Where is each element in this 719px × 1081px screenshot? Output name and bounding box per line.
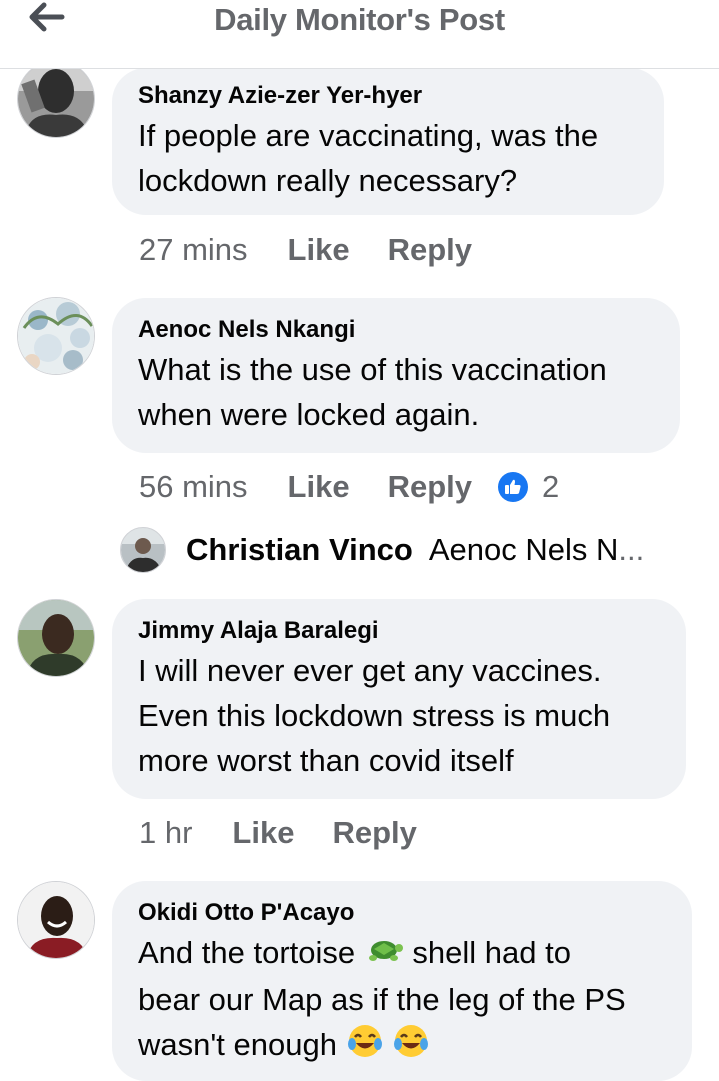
avatar[interactable] [17,297,95,375]
page-title: Daily Monitor's Post [214,2,505,37]
thumbs-up-icon [498,472,528,502]
comment-text-line: I will never ever get any vaccines. [138,653,602,688]
comment-bubble[interactable]: Shanzy Azie-zer Yer-hyer If people are v… [112,68,664,215]
comment-author[interactable]: Okidi Otto P'Acayo [138,899,668,927]
comment-timestamp[interactable]: 27 mins [139,232,248,268]
comment-text: And the tortoise shell had to bear our M… [138,930,668,1072]
avatar [120,527,166,573]
comment-text-fragment: And the tortoise [138,935,356,970]
reply-author: Christian Vinco [186,532,413,567]
comment-text-line: Even this lockdown stress is much [138,698,611,733]
reply-button[interactable]: Reply [332,815,416,851]
comment-text-line: What is the use of this vaccination [138,352,607,387]
comment-bubble[interactable]: Okidi Otto P'Acayo And the tortoise shel… [112,881,692,1081]
avatar[interactable] [17,60,95,138]
avatar[interactable] [17,599,95,677]
reaction-count: 2 [542,469,560,504]
reaction-summary[interactable]: 2 [498,469,559,505]
reply-button[interactable]: Reply [388,232,472,268]
comment-actions: 56 mins Like Reply 2 [139,467,559,507]
comment-actions: 27 mins Like Reply [139,230,510,270]
comment-text-line: when were locked again. [138,397,480,432]
comment-text-line: If people are vaccinating, was the [138,118,599,153]
reply-preview[interactable]: Christian Vinco Aenoc Nels N... [120,524,680,576]
reply-ellipsis: ... [618,532,645,567]
comment-text-line: bear our Map as if the leg of the PS [138,982,626,1018]
turtle-icon [364,932,404,977]
tears-of-joy-icon [346,1022,384,1072]
comment-text-fragment: wasn't enough [138,1027,337,1063]
like-button[interactable]: Like [288,469,350,505]
reply-button[interactable]: Reply [388,469,472,505]
comment-text-line: wasn't enough [138,1022,668,1072]
comment-text: I will never ever get any vaccines. Even… [138,648,662,783]
like-button[interactable]: Like [232,815,294,851]
comment-text: What is the use of this vaccination when… [138,347,656,437]
tears-of-joy-icon [392,1022,430,1072]
avatar[interactable] [17,881,95,959]
comment-text: If people are vaccinating, was the lockd… [138,113,640,203]
comment-author[interactable]: Aenoc Nels Nkangi [138,316,656,344]
comment-author[interactable]: Shanzy Azie-zer Yer-hyer [138,82,640,110]
comment-actions: 1 hr Like Reply [139,813,455,853]
comment-timestamp[interactable]: 1 hr [139,815,192,851]
comment-bubble[interactable]: Aenoc Nels Nkangi What is the use of thi… [112,298,680,453]
comment-text-fragment: shell had to [412,935,571,970]
top-bar: Daily Monitor's Post [0,0,719,69]
comment-text-line: lockdown really necessary? [138,163,518,198]
comment-text-line: And the tortoise shell had to [138,930,668,977]
comment-bubble[interactable]: Jimmy Alaja Baralegi I will never ever g… [112,599,686,799]
comment-text-line: more worst than covid itself [138,743,514,778]
like-button[interactable]: Like [288,232,350,268]
reply-snippet: Aenoc Nels N [428,532,619,567]
comment-timestamp[interactable]: 56 mins [139,469,248,505]
comment-author[interactable]: Jimmy Alaja Baralegi [138,617,662,645]
